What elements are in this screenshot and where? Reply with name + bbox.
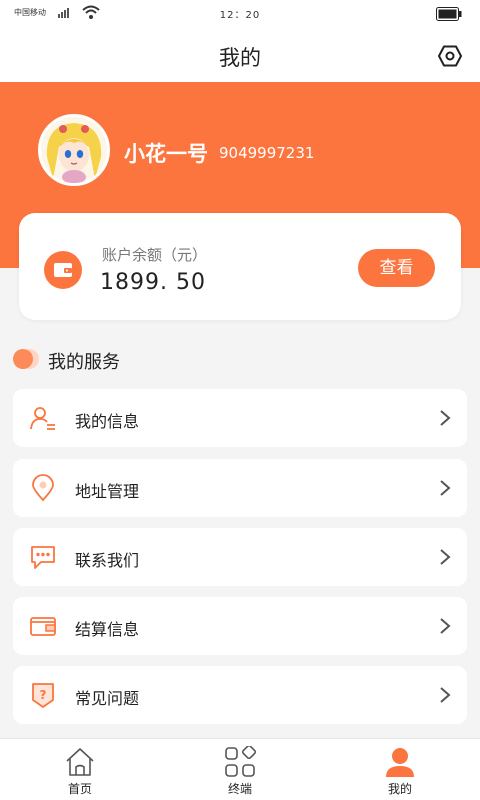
chat-bubble-icon [31,546,55,569]
question-shield-icon: ? [32,683,54,708]
view-balance-button[interactable]: 查看 [358,249,435,287]
balance-label: 账户余额（元） [102,246,208,264]
page-title: 我的 [219,46,261,70]
chevron-right-icon [440,687,451,703]
svg-text:?: ? [40,688,47,702]
service-item-my-info[interactable]: 我的信息 [13,389,467,447]
status-bar: 中国移动 12：20 [0,0,480,28]
person-icon [386,748,414,777]
service-item-faq[interactable]: ? 常见问题 [13,666,467,724]
tab-label: 终端 [227,782,252,796]
tab-label: 我的 [387,782,412,796]
service-label: 我的信息 [75,412,140,431]
tab-mine[interactable]: 我的 [320,739,480,800]
chevron-right-icon [440,618,451,634]
nav-bar: 我的 [0,28,480,82]
wallet-card-icon [30,617,56,636]
grid-icon [225,746,256,777]
tab-label: 首页 [67,782,92,796]
avatar[interactable] [38,114,110,186]
wallet-icon [44,251,82,289]
tab-home[interactable]: 首页 [0,739,160,800]
service-label: 结算信息 [75,620,140,639]
balance-value: 1899. 50 [100,270,206,295]
chevron-right-icon [440,549,451,565]
service-label: 常见问题 [75,689,140,708]
location-pin-icon [32,474,54,502]
avatar-image [41,117,107,183]
tab-terminal[interactable]: 终端 [160,739,320,800]
hexagon-settings-icon[interactable] [438,44,462,68]
user-info-icon [30,407,55,430]
service-item-address[interactable]: 地址管理 [13,459,467,517]
phone-number: 9049997231 [219,144,315,162]
home-icon [66,748,94,776]
service-item-settlement[interactable]: 结算信息 [13,597,467,655]
service-label: 地址管理 [75,482,140,501]
balance-card: 账户余额（元） 1899. 50 查看 [19,213,461,320]
service-label: 联系我们 [75,551,140,570]
clock: 12：20 [219,10,261,21]
battery-icon [436,7,462,21]
section-dot-icon [13,349,39,369]
username: 小花一号 [124,142,208,166]
chevron-right-icon [440,410,451,426]
bottom-tab-bar: 首页 终端 我的 [0,738,480,800]
service-item-contact[interactable]: 联系我们 [13,528,467,586]
services-title: 我的服务 [48,352,120,373]
chevron-right-icon [440,480,451,496]
